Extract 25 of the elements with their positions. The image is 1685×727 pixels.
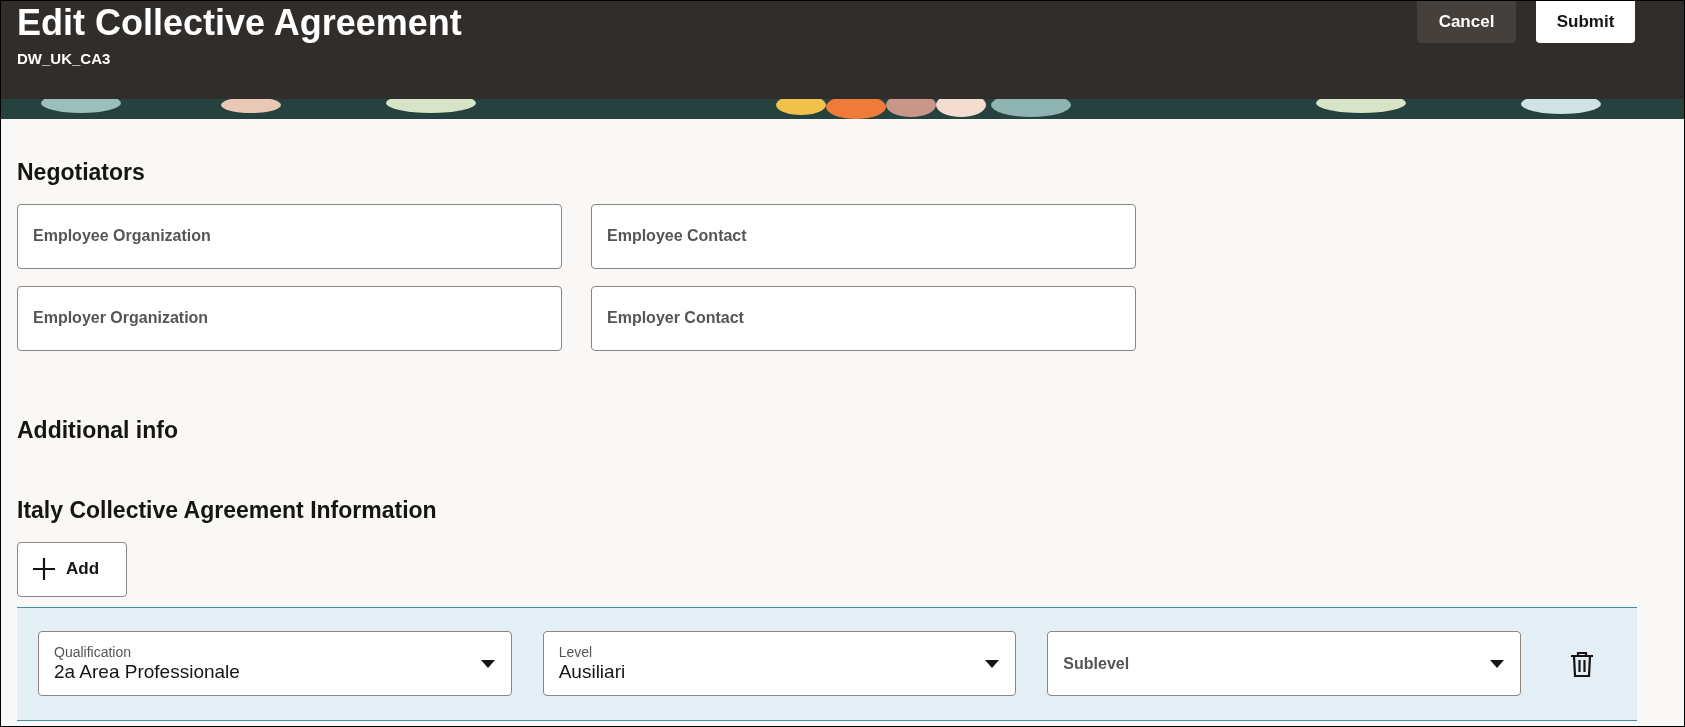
field-value: 2a Area Professionale (54, 660, 240, 684)
field-value: Ausiliari (558, 659, 626, 684)
select-field[interactable]: Sublevel (1047, 631, 1521, 696)
select-field[interactable]: Level Ausiliari (542, 631, 1017, 696)
submit-button[interactable]: Submit (1536, 1, 1635, 43)
add-button[interactable]: Add (17, 541, 127, 597)
section-heading: Additional info (17, 415, 179, 445)
field-label: Qualification (54, 643, 133, 660)
trash-icon (1570, 650, 1594, 677)
select-placeholder: Sublevel (1063, 653, 1130, 674)
caret-icon (479, 658, 496, 669)
page-subtitle: DW_UK_CA3 (17, 49, 112, 69)
caret-icon (1489, 658, 1505, 669)
cancel-button[interactable]: Cancel (1417, 1, 1516, 43)
page-title: Edit Collective Agreement (17, 1, 462, 45)
text-field[interactable]: Employer Organization (17, 285, 562, 351)
field-label: Level (558, 643, 594, 660)
text-field[interactable]: Employer Contact (591, 285, 1136, 351)
section-heading: Negotiators (17, 158, 146, 187)
plus-icon (32, 557, 56, 581)
text-field[interactable]: Employee Contact (591, 203, 1136, 269)
section-heading: Italy Collective Agreement Information (17, 496, 438, 525)
text-field[interactable]: Employee Organization (17, 203, 562, 269)
select-field[interactable]: Qualification 2a Area Professionale (38, 631, 512, 696)
caret-icon (984, 658, 1001, 669)
